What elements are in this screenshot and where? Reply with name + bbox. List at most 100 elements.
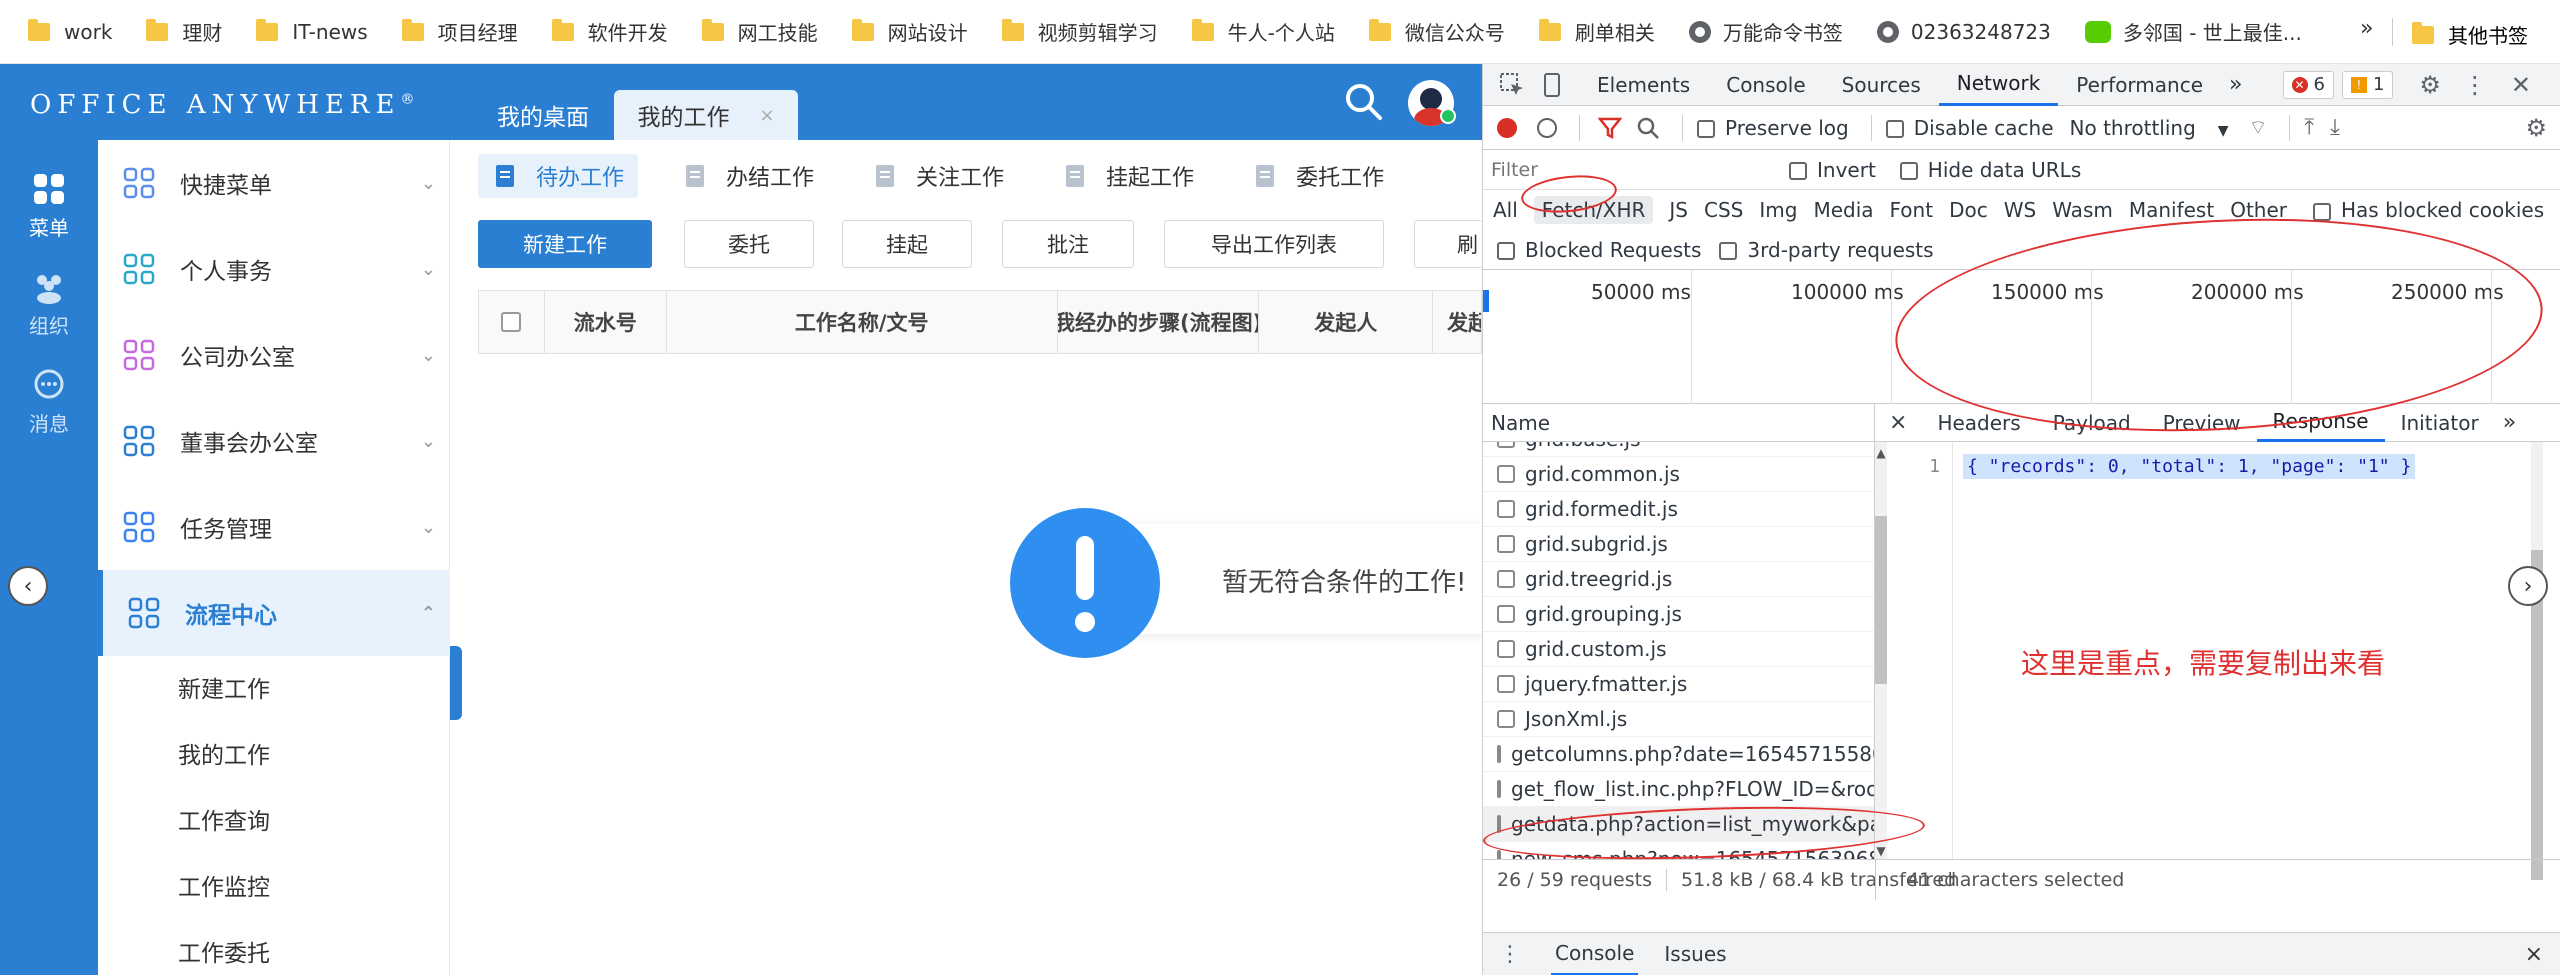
search-icon[interactable] <box>1636 116 1660 140</box>
bookmark-item[interactable]: 项目经理 <box>401 17 518 46</box>
detail-tab[interactable]: Initiator <box>2385 404 2495 442</box>
type-filter[interactable]: WS <box>2004 198 2036 222</box>
scroll-down-icon[interactable]: ▼ <box>1875 844 1887 858</box>
type-filter[interactable]: Img <box>1759 198 1797 222</box>
bookmarks-more-button[interactable]: » <box>2360 16 2373 41</box>
request-row[interactable]: jquery.fmatter.js <box>1483 667 1874 702</box>
menu-item[interactable]: 流程中心 ⌃ <box>98 570 450 656</box>
menu-item[interactable]: 快捷菜单 ⌄ <box>98 140 450 226</box>
table-header-select[interactable] <box>479 291 545 353</box>
bookmark-item[interactable]: 网站设计 <box>851 17 968 46</box>
type-filter[interactable]: Manifest <box>2129 198 2214 222</box>
type-filter[interactable]: Font <box>1890 198 1934 222</box>
bookmark-item[interactable]: 软件开发 <box>551 17 668 46</box>
has-blocked-cookies-checkbox[interactable]: Has blocked cookies <box>2313 198 2544 222</box>
drawer-menu-icon[interactable]: ⋮ <box>1499 942 1521 967</box>
invert-checkbox[interactable]: Invert <box>1789 158 1876 182</box>
bookmark-item[interactable]: 02363248723 <box>1876 20 2051 44</box>
tab-close-icon[interactable]: × <box>759 105 774 126</box>
preserve-log-checkbox[interactable]: Preserve log <box>1697 116 1849 140</box>
response-body[interactable]: { "records": 0, "total": 1, "page": "1" … <box>1963 454 2416 479</box>
name-column-header[interactable]: Name <box>1483 404 1875 442</box>
error-count-badge[interactable]: ✕ 6 <box>2282 70 2334 99</box>
menu-item[interactable]: 公司办公室 ⌄ <box>98 312 450 398</box>
menu-item[interactable]: 任务管理 ⌄ <box>98 484 450 570</box>
request-row[interactable]: get_flow_list.inc.php?FLOW_ID=&root=true… <box>1483 772 1874 807</box>
table-header-cell[interactable]: 我经办的步骤(流程图) <box>1058 291 1260 353</box>
table-header-cell[interactable]: 发起人 <box>1259 291 1434 353</box>
rail-org[interactable]: 组织 <box>0 270 98 339</box>
table-header-cell[interactable]: 发起时间 <box>1433 291 1481 353</box>
scroll-up-icon[interactable]: ▲ <box>1875 446 1887 460</box>
rail-messages[interactable]: 消息 <box>0 368 98 437</box>
bookmark-other[interactable]: 其他书签 <box>2412 20 2528 49</box>
close-detail-icon[interactable]: × <box>1889 410 1907 435</box>
kebab-menu-icon[interactable]: ⋮ <box>2463 71 2487 99</box>
more-detail-tabs-icon[interactable]: » <box>2503 410 2516 435</box>
action-button[interactable]: 委托 <box>684 220 814 268</box>
action-button[interactable]: 新建工作 <box>478 220 652 268</box>
disable-cache-checkbox[interactable]: Disable cache <box>1885 116 2054 140</box>
request-row[interactable]: grid.grouping.js <box>1483 597 1874 632</box>
bookmark-item[interactable]: 网工技能 <box>701 17 818 46</box>
type-filter[interactable]: All <box>1493 198 1518 222</box>
prev-arrow-button[interactable]: ‹ <box>8 566 48 606</box>
menu-item[interactable]: 个人事务 ⌄ <box>98 226 450 312</box>
drawer-tab-issues[interactable]: Issues <box>1664 942 1726 966</box>
table-header-cell[interactable]: 流水号 <box>545 291 667 353</box>
import-har-icon[interactable]: ⤒ <box>2304 115 2314 140</box>
work-subtab[interactable]: 委托工作 <box>1238 154 1398 198</box>
tab-my-work[interactable]: 我的工作 × <box>614 90 798 140</box>
close-drawer-icon[interactable]: × <box>2525 942 2543 967</box>
filter-icon[interactable] <box>1598 116 1622 140</box>
bookmark-item[interactable]: 牛人-个人站 <box>1191 17 1335 46</box>
request-row[interactable]: grid.common.js <box>1483 457 1874 492</box>
network-settings-icon[interactable]: ⚙ <box>2525 114 2547 142</box>
table-header-cell[interactable]: 工作名称/文号 <box>667 291 1058 353</box>
request-row[interactable]: grid.base.js <box>1483 442 1874 457</box>
bookmark-item[interactable]: IT-news <box>256 18 368 44</box>
tab-my-desk[interactable]: 我的桌面 <box>468 90 618 140</box>
inspect-icon[interactable] <box>1499 72 1525 98</box>
type-filter[interactable]: CSS <box>1704 198 1743 222</box>
submenu-item[interactable]: 我的工作 <box>178 736 270 770</box>
devtools-tab[interactable]: Network <box>1938 64 2059 106</box>
action-button[interactable]: 导出工作列表 <box>1164 220 1384 268</box>
request-row[interactable]: JsonXml.js <box>1483 702 1874 737</box>
devtools-tab[interactable]: Sources <box>1824 64 1939 106</box>
devtools-tab[interactable]: Console <box>1708 64 1823 106</box>
type-filter[interactable]: Media <box>1813 198 1873 222</box>
menu-collapse-handle[interactable] <box>450 646 462 720</box>
bookmark-item[interactable]: 理财 <box>146 17 222 46</box>
settings-gear-icon[interactable]: ⚙ <box>2419 71 2441 99</box>
type-filter[interactable]: Wasm <box>2052 198 2113 222</box>
submenu-item[interactable]: 工作查询 <box>178 802 270 836</box>
request-row[interactable]: grid.formedit.js <box>1483 492 1874 527</box>
devtools-tab[interactable]: Elements <box>1579 64 1708 106</box>
throttling-select[interactable]: No throttling ▼ <box>2070 116 2229 140</box>
submenu-item[interactable]: 工作监控 <box>178 868 270 902</box>
record-icon[interactable] <box>1497 117 1517 138</box>
more-tabs-button[interactable]: » <box>2229 72 2242 97</box>
request-row[interactable]: grid.subgrid.js <box>1483 527 1874 562</box>
request-list-scroll-thumb[interactable] <box>1875 516 1887 684</box>
drawer-tab-console[interactable]: Console <box>1551 933 1639 975</box>
search-icon[interactable] <box>1342 80 1386 124</box>
bookmark-item[interactable]: work <box>28 18 112 44</box>
bookmark-item[interactable]: 视频剪辑学习 <box>1001 17 1158 46</box>
work-subtab[interactable]: 关注工作 <box>858 154 1018 198</box>
rail-menu[interactable]: 菜单 <box>0 172 98 241</box>
work-subtab[interactable]: 办结工作 <box>668 154 828 198</box>
request-row[interactable]: grid.custom.js <box>1483 632 1874 667</box>
blocked-requests-checkbox[interactable]: Blocked Requests <box>1497 238 1701 262</box>
action-button[interactable]: 挂起 <box>842 220 972 268</box>
request-row[interactable]: grid.treegrid.js <box>1483 562 1874 597</box>
action-button[interactable]: 批注 <box>1002 220 1134 268</box>
hide-data-urls-checkbox[interactable]: Hide data URLs <box>1899 158 2081 182</box>
response-viewer[interactable]: 1 { "records": 0, "total": 1, "page": "1… <box>1887 442 2560 859</box>
work-subtab[interactable]: 待办工作 <box>478 154 639 198</box>
submenu-item[interactable]: 工作委托 <box>178 934 270 968</box>
bookmark-item[interactable]: 刷单相关 <box>1538 17 1655 46</box>
menu-item[interactable]: 董事会办公室 ⌄ <box>98 398 450 484</box>
bookmark-item[interactable]: 多邻国 - 世上最佳... <box>2084 17 2302 46</box>
